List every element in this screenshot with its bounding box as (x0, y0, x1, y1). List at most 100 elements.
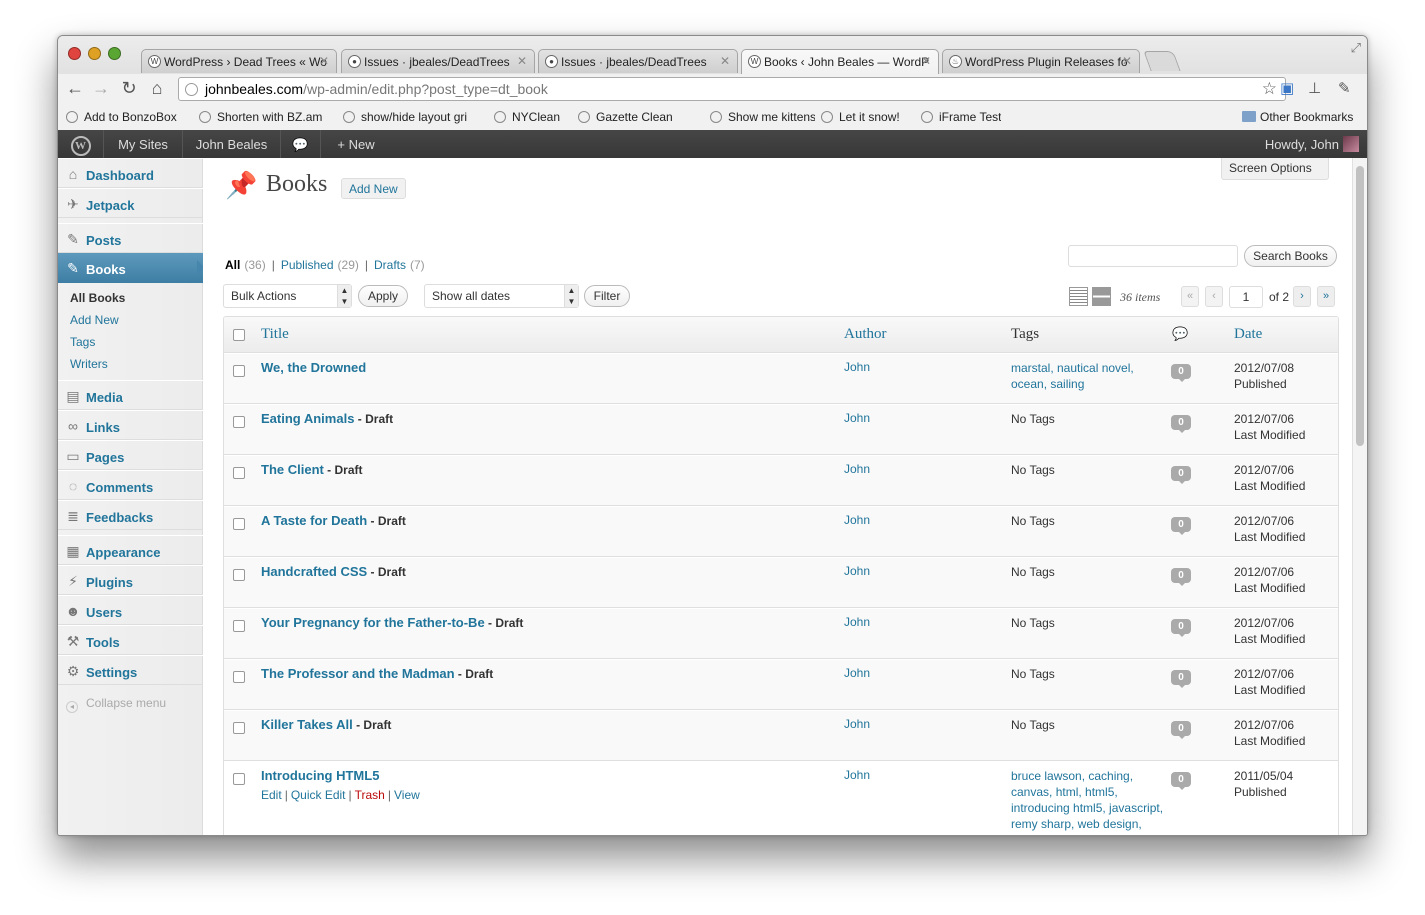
row-checkbox[interactable] (233, 365, 245, 377)
collapse-menu[interactable]: ◂ Collapse menu (66, 696, 166, 713)
author-link[interactable]: John (844, 411, 870, 425)
comment-count-badge[interactable]: 0 (1171, 772, 1191, 790)
comment-count-badge[interactable]: 0 (1171, 619, 1191, 637)
submenu-item-add-new[interactable]: Add New (70, 313, 119, 327)
row-checkbox[interactable] (233, 620, 245, 632)
author-link[interactable]: John (844, 360, 870, 374)
forward-icon[interactable]: → (90, 78, 112, 99)
bookmark-item[interactable]: Gazette Clean (578, 110, 673, 124)
menu-item-pages[interactable]: ▭ Pages (58, 440, 203, 470)
close-tab-icon[interactable]: ✕ (517, 54, 527, 68)
comment-count-badge[interactable]: 0 (1171, 517, 1191, 535)
comments-menu[interactable]: 💬 (281, 130, 321, 158)
menu-item-plugins[interactable]: ⚡ Plugins (58, 565, 203, 595)
bookmark-item[interactable]: NYClean (494, 110, 560, 124)
author-link[interactable]: John (844, 462, 870, 476)
bulk-actions-select[interactable]: Bulk Actions ▲ ▼ (223, 284, 352, 308)
menu-item-jetpack[interactable]: ✈ Jetpack (58, 188, 203, 218)
close-tab-icon[interactable]: ✕ (921, 54, 931, 68)
search-books-button[interactable]: Search Books (1244, 245, 1337, 267)
zoom-window-button[interactable] (108, 47, 121, 60)
book-title-link[interactable]: A Taste for Death - Draft (261, 513, 406, 528)
row-checkbox[interactable] (233, 569, 245, 581)
row-checkbox[interactable] (233, 416, 245, 428)
wp-logo-menu[interactable]: W (58, 130, 104, 158)
author-link[interactable]: John (844, 564, 870, 578)
book-title-link[interactable]: We, the Drowned (261, 360, 366, 375)
screen-options-button[interactable]: Screen Options (1221, 158, 1329, 180)
row-checkbox[interactable] (233, 722, 245, 734)
book-title[interactable]: Your Pregnancy for the Father-to-Be (261, 615, 485, 630)
bookmark-item[interactable]: Show me kittens (710, 110, 815, 124)
menu-item-users[interactable]: ☻ Users (58, 595, 203, 625)
browser-tab[interactable]: ♨ WordPress Plugin Releases fo ✕ (942, 49, 1140, 73)
author-link[interactable]: John (844, 666, 870, 680)
new-content-menu[interactable]: + New (321, 130, 391, 158)
close-window-button[interactable] (68, 47, 81, 60)
book-title-link[interactable]: Handcrafted CSS - Draft (261, 564, 406, 579)
bookmark-item[interactable]: Add to BonzoBox (66, 110, 177, 124)
book-title[interactable]: We, the Drowned (261, 360, 366, 375)
menu-item-appearance[interactable]: ▦ Appearance (58, 535, 203, 565)
row-action-view[interactable]: View (394, 788, 420, 802)
extension-meter-icon[interactable]: ⊥ (1308, 79, 1321, 97)
browser-tab[interactable]: W WordPress › Dead Trees « Wo ✕ (141, 49, 337, 73)
comment-count-badge[interactable]: 0 (1171, 721, 1191, 739)
menu-item-dashboard[interactable]: ⌂ Dashboard (58, 158, 203, 188)
close-tab-icon[interactable]: ✕ (1122, 54, 1132, 68)
book-title-link[interactable]: Introducing HTML5 (261, 768, 379, 783)
submenu-item-tags[interactable]: Tags (70, 335, 95, 349)
close-tab-icon[interactable]: ✕ (319, 54, 329, 68)
column-title[interactable]: Title (261, 326, 289, 343)
fullscreen-icon[interactable]: ⤢ (1351, 40, 1361, 56)
filter-button[interactable]: Filter (584, 285, 630, 307)
author-link[interactable]: John (844, 768, 870, 782)
row-action-trash[interactable]: Trash (355, 788, 385, 802)
book-title[interactable]: Introducing HTML5 (261, 768, 379, 783)
row-action-edit[interactable]: Edit (261, 788, 282, 802)
comment-count-badge[interactable]: 0 (1171, 670, 1191, 688)
apply-button[interactable]: Apply (358, 285, 408, 307)
close-tab-icon[interactable]: ✕ (720, 54, 730, 68)
menu-item-feedbacks[interactable]: ≣ Feedbacks (58, 500, 203, 530)
current-page-input[interactable]: 1 (1229, 286, 1263, 308)
comment-count-badge[interactable]: 0 (1171, 568, 1191, 586)
list-view-icon[interactable] (1069, 287, 1088, 306)
menu-item-posts[interactable]: ✎ Posts (58, 223, 203, 253)
my-sites-menu[interactable]: My Sites (104, 130, 183, 158)
browser-tab[interactable]: ● Issues · jbeales/DeadTrees ✕ (538, 49, 738, 73)
site-name-menu[interactable]: John Beales (183, 130, 281, 158)
view-link-published[interactable]: Published (281, 258, 334, 272)
extension-icon[interactable]: ▣ (1280, 79, 1294, 97)
tag-links[interactable]: marstal, nautical novel, ocean, sailing (1011, 361, 1134, 391)
pager-last-button[interactable]: » (1317, 286, 1335, 307)
pager-prev-button[interactable]: ‹ (1205, 286, 1223, 307)
scrollbar[interactable] (1352, 158, 1367, 835)
comment-count-badge[interactable]: 0 (1171, 466, 1191, 484)
comments-column-icon[interactable]: 💬 (1172, 326, 1188, 342)
book-title-link[interactable]: Killer Takes All - Draft (261, 717, 391, 732)
tag-links[interactable]: bruce lawson, caching, canvas, html, htm… (1011, 769, 1163, 835)
comment-count-badge[interactable]: 0 (1171, 415, 1191, 433)
menu-item-media[interactable]: ▤ Media (58, 380, 203, 410)
row-checkbox[interactable] (233, 671, 245, 683)
back-icon[interactable]: ← (64, 78, 86, 99)
other-bookmarks[interactable]: Other Bookmarks (1242, 110, 1353, 124)
browser-tab[interactable]: W Books ‹ John Beales — WordP ✕ (741, 49, 939, 74)
howdy-menu[interactable]: Howdy, John (1265, 137, 1339, 152)
minimize-window-button[interactable] (88, 47, 101, 60)
pager-next-button[interactable]: › (1293, 286, 1311, 307)
bookmark-item[interactable]: show/hide layout gri (343, 110, 467, 124)
book-title[interactable]: The Client (261, 462, 324, 477)
comment-count-badge[interactable]: 0 (1171, 364, 1191, 382)
browser-tab[interactable]: ● Issues · jbeales/DeadTrees ✕ (341, 49, 535, 73)
menu-item-links[interactable]: ∞ Links (58, 410, 203, 440)
row-checkbox[interactable] (233, 773, 245, 785)
reload-icon[interactable]: ↻ (118, 78, 140, 99)
author-link[interactable]: John (844, 717, 870, 731)
book-title-link[interactable]: The Professor and the Madman - Draft (261, 666, 493, 681)
bookmark-item[interactable]: iFrame Test (921, 110, 1001, 124)
submenu-item-writers[interactable]: Writers (70, 357, 108, 371)
book-title[interactable]: Eating Animals (261, 411, 354, 426)
search-input[interactable] (1068, 245, 1238, 267)
